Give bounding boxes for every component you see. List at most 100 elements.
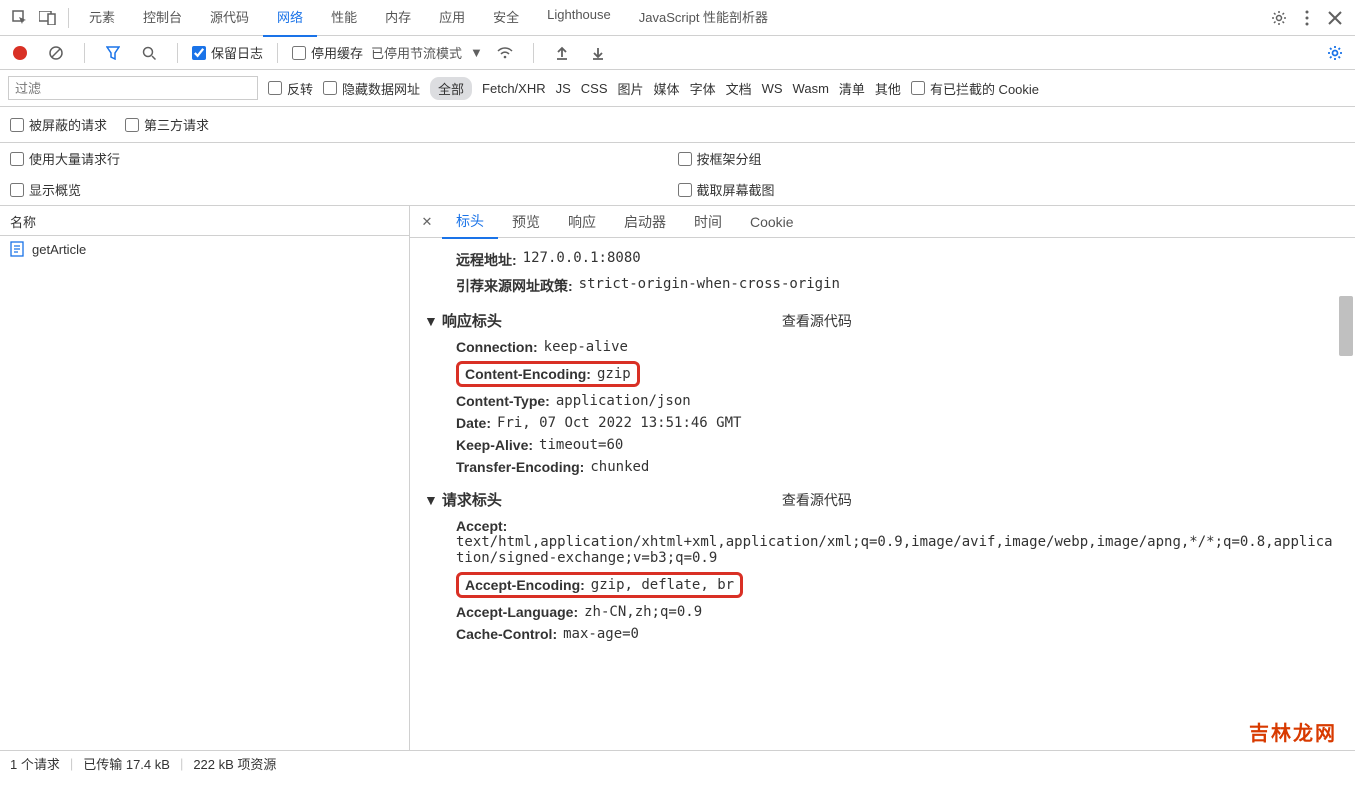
search-icon[interactable] [135, 39, 163, 67]
highlight-box: Content-Encoding:gzip [456, 361, 640, 387]
third-party-checkbox[interactable]: 第三方请求 [125, 115, 209, 134]
tab-sources[interactable]: 源代码 [196, 0, 263, 37]
tab-application[interactable]: 应用 [425, 0, 479, 37]
upload-icon[interactable] [548, 39, 576, 67]
blocked-requests-checkbox[interactable]: 被屏蔽的请求 [10, 115, 107, 134]
tab-headers[interactable]: 标头 [442, 205, 498, 239]
inspect-icon[interactable] [6, 4, 34, 32]
tab-response[interactable]: 响应 [554, 206, 610, 238]
close-detail-icon[interactable]: ✕ [416, 211, 438, 233]
network-toolbar: 保留日志 停用缓存 已停用节流模式 ▼ [0, 36, 1355, 70]
request-detail: ✕ 标头 预览 响应 启动器 时间 Cookie 远程地址:127.0.0.1:… [410, 206, 1355, 750]
group-by-frame-checkbox[interactable]: 按框架分组 [678, 149, 1346, 168]
view-source-link[interactable]: 查看源代码 [782, 311, 852, 331]
header-value: text/html,application/xhtml+xml,applicat… [456, 534, 1336, 566]
large-rows-checkbox[interactable]: 使用大量请求行 [10, 149, 678, 168]
separator [533, 43, 534, 63]
filter-font[interactable]: 字体 [690, 79, 716, 98]
device-toggle-icon[interactable] [34, 4, 62, 32]
tab-lighthouse[interactable]: Lighthouse [533, 0, 625, 37]
filter-media[interactable]: 媒体 [654, 79, 680, 98]
tab-performance[interactable]: 性能 [317, 0, 371, 37]
remote-address-label: 远程地址: [456, 250, 517, 270]
document-icon [10, 241, 24, 257]
status-resources: 222 kB 项资源 [193, 754, 276, 773]
separator [68, 8, 69, 28]
header-value: max-age=0 [563, 626, 639, 642]
chevron-down-icon[interactable]: ▼ [470, 45, 483, 60]
filter-wasm[interactable]: Wasm [793, 81, 829, 96]
triangle-down-icon: ▼ [424, 492, 438, 508]
wifi-icon[interactable] [491, 39, 519, 67]
hide-data-urls-checkbox[interactable]: 隐藏数据网址 [323, 79, 420, 98]
highlight-box: Accept-Encoding:gzip, deflate, br [456, 572, 743, 598]
request-headers-section[interactable]: ▼请求标头查看源代码 [424, 489, 1355, 510]
filter-other[interactable]: 其他 [875, 79, 901, 98]
record-button[interactable] [6, 39, 34, 67]
tab-network[interactable]: 网络 [263, 0, 317, 37]
referrer-policy-value: strict-origin-when-cross-origin [579, 276, 840, 296]
main-toolbar: 元素 控制台 源代码 网络 性能 内存 应用 安全 Lighthouse Jav… [0, 0, 1355, 36]
disable-cache-checkbox[interactable]: 停用缓存 [292, 43, 363, 62]
separator [277, 43, 278, 63]
preserve-log-checkbox[interactable]: 保留日志 [192, 43, 263, 62]
scrollbar[interactable] [1339, 296, 1353, 356]
request-list-header: 名称 [0, 206, 409, 236]
close-icon[interactable] [1321, 4, 1349, 32]
header-value: chunked [590, 459, 649, 475]
panel-tabs: 元素 控制台 源代码 网络 性能 内存 应用 安全 Lighthouse Jav… [75, 0, 782, 37]
header-value: Fri, 07 Oct 2022 13:51:46 GMT [497, 415, 741, 431]
filter-icon[interactable] [99, 39, 127, 67]
header-key: Accept: [456, 518, 507, 534]
separator [177, 43, 178, 63]
filter-js[interactable]: JS [556, 81, 571, 96]
header-value: zh-CN,zh;q=0.9 [584, 604, 702, 620]
response-headers-section[interactable]: ▼响应标头查看源代码 [424, 310, 1355, 331]
kebab-icon[interactable] [1293, 4, 1321, 32]
filter-manifest[interactable]: 清单 [839, 79, 865, 98]
referrer-policy-label: 引荐来源网址政策: [456, 276, 573, 296]
filter-ws[interactable]: WS [762, 81, 783, 96]
filter-input[interactable] [8, 76, 258, 100]
tab-initiator[interactable]: 启动器 [610, 206, 680, 238]
tab-memory[interactable]: 内存 [371, 0, 425, 37]
filter-css[interactable]: CSS [581, 81, 608, 96]
header-key: Content-Type: [456, 393, 550, 409]
tab-timing[interactable]: 时间 [680, 206, 736, 238]
header-value: timeout=60 [539, 437, 623, 453]
tab-preview[interactable]: 预览 [498, 206, 554, 238]
triangle-down-icon: ▼ [424, 313, 438, 329]
settings-gear-blue-icon[interactable] [1321, 39, 1349, 67]
tab-js-profiler[interactable]: JavaScript 性能剖析器 [625, 0, 782, 37]
headers-body[interactable]: 远程地址:127.0.0.1:8080 引荐来源网址政策:strict-orig… [410, 238, 1355, 750]
request-row[interactable]: getArticle [0, 236, 409, 262]
gear-icon[interactable] [1265, 4, 1293, 32]
tab-cookies[interactable]: Cookie [736, 208, 808, 236]
view-source-link[interactable]: 查看源代码 [782, 490, 852, 510]
filter-all[interactable]: 全部 [430, 77, 472, 100]
header-key: Accept-Language: [456, 604, 578, 620]
filter-bar-2: 被屏蔽的请求 第三方请求 [0, 107, 1355, 143]
header-value: application/json [556, 393, 691, 409]
screenshot-checkbox[interactable]: 截取屏幕截图 [678, 180, 1346, 199]
request-name: getArticle [32, 242, 86, 257]
filter-bar: 反转 隐藏数据网址 全部 Fetch/XHR JS CSS 图片 媒体 字体 文… [0, 70, 1355, 107]
header-key: Cache-Control: [456, 626, 557, 642]
tab-elements[interactable]: 元素 [75, 0, 129, 37]
filter-img[interactable]: 图片 [618, 79, 644, 98]
download-icon[interactable] [584, 39, 612, 67]
header-key: Keep-Alive: [456, 437, 533, 453]
filter-doc[interactable]: 文档 [726, 79, 752, 98]
invert-checkbox[interactable]: 反转 [268, 79, 313, 98]
clear-icon[interactable] [42, 39, 70, 67]
blocked-cookies-checkbox[interactable]: 有已拦截的 Cookie [911, 79, 1039, 98]
show-overview-checkbox[interactable]: 显示概览 [10, 180, 678, 199]
separator [84, 43, 85, 63]
tab-console[interactable]: 控制台 [129, 0, 196, 37]
filter-fetch-xhr[interactable]: Fetch/XHR [482, 81, 546, 96]
header-value: keep-alive [544, 339, 628, 355]
header-key: Date: [456, 415, 491, 431]
tab-security[interactable]: 安全 [479, 0, 533, 37]
throttle-select[interactable]: 已停用节流模式 [371, 43, 462, 62]
view-options: 使用大量请求行 显示概览 按框架分组 截取屏幕截图 [0, 143, 1355, 206]
